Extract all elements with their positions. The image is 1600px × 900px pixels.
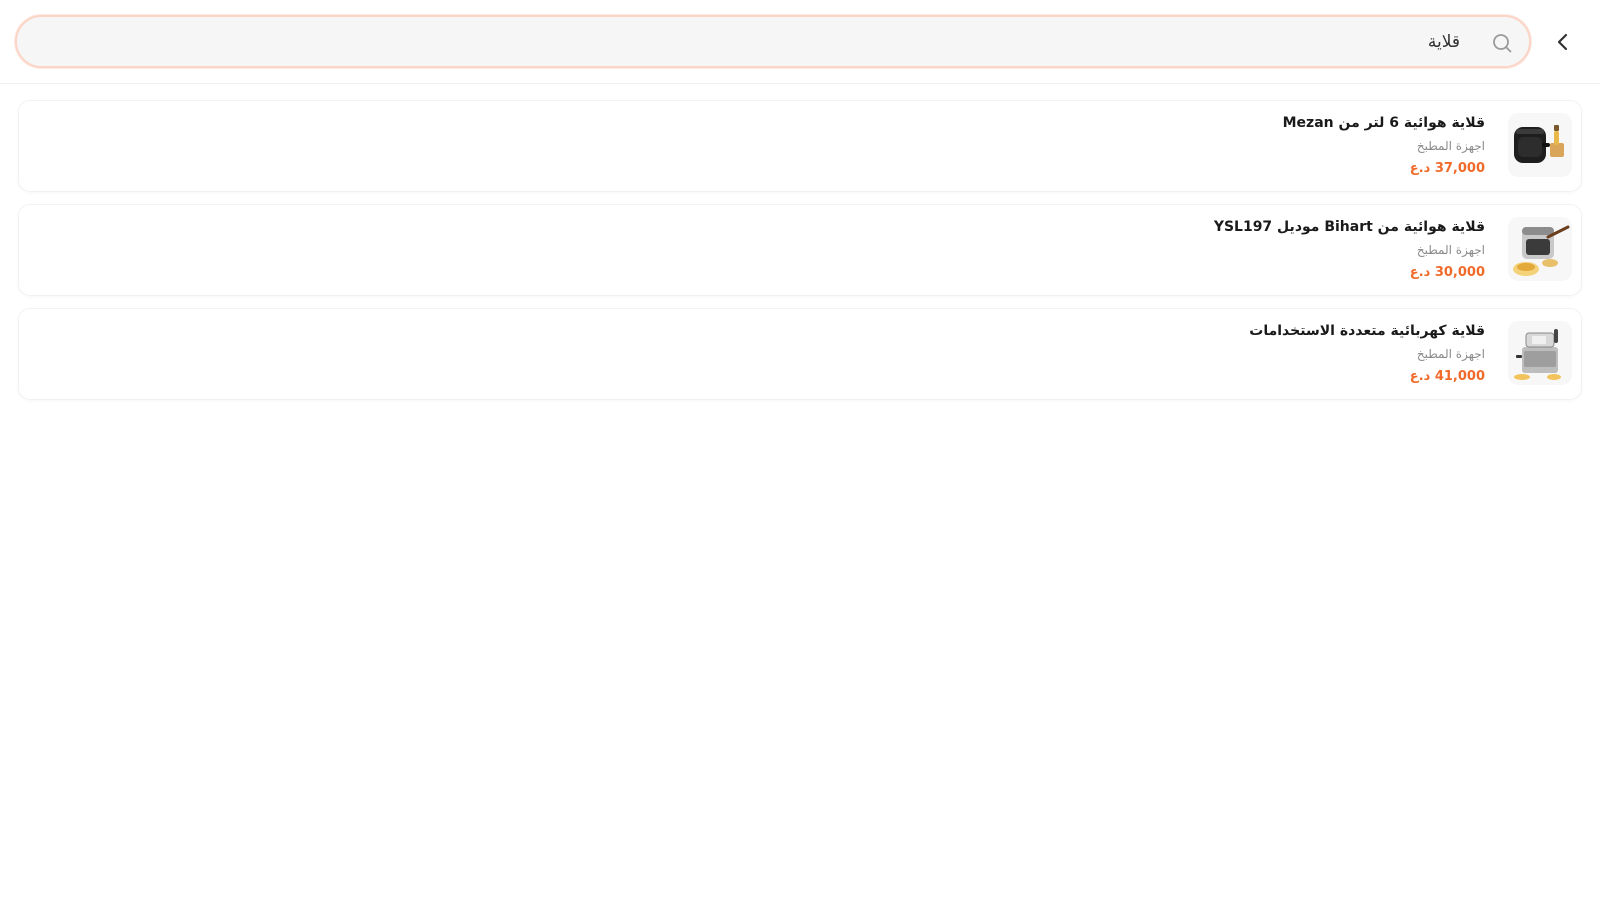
air-fryer-icon (1514, 125, 1564, 163)
product-category: اجهزة المطبخ (1416, 243, 1485, 257)
product-price: 30,000 د.ع (1409, 265, 1485, 280)
product-title: قلاية هوائية من Bihart موديل YSL197 (1213, 219, 1485, 235)
product-price: 41,000 د.ع (1409, 369, 1485, 384)
search-box[interactable] (15, 15, 1531, 68)
product-category: اجهزة المطبخ (1416, 139, 1485, 153)
product-category: اجهزة المطبخ (1416, 347, 1485, 361)
search-input[interactable] (37, 23, 1460, 60)
product-title: قلاية هوائية 6 لتر من Mezan (1282, 115, 1485, 131)
result-card[interactable]: قلاية كهربائية متعددة الاستخدامات اجهزة … (18, 308, 1582, 400)
product-image (1508, 217, 1572, 281)
product-title: قلاية كهربائية متعددة الاستخدامات (1249, 323, 1485, 339)
chevron-left-icon (1557, 33, 1568, 51)
back-button[interactable] (1547, 24, 1579, 60)
search-header (0, 0, 1600, 84)
product-image (1508, 113, 1572, 177)
result-card[interactable]: قلاية هوائية 6 لتر من Mezan اجهزة المطبخ… (18, 100, 1582, 192)
air-fryer-icon (1513, 225, 1570, 276)
product-image (1508, 321, 1572, 385)
product-price: 37,000 د.ع (1409, 161, 1485, 176)
search-icon (1493, 34, 1512, 53)
deep-fryer-icon (1514, 329, 1561, 380)
result-card[interactable]: قلاية هوائية من Bihart موديل YSL197 اجهز… (18, 204, 1582, 296)
